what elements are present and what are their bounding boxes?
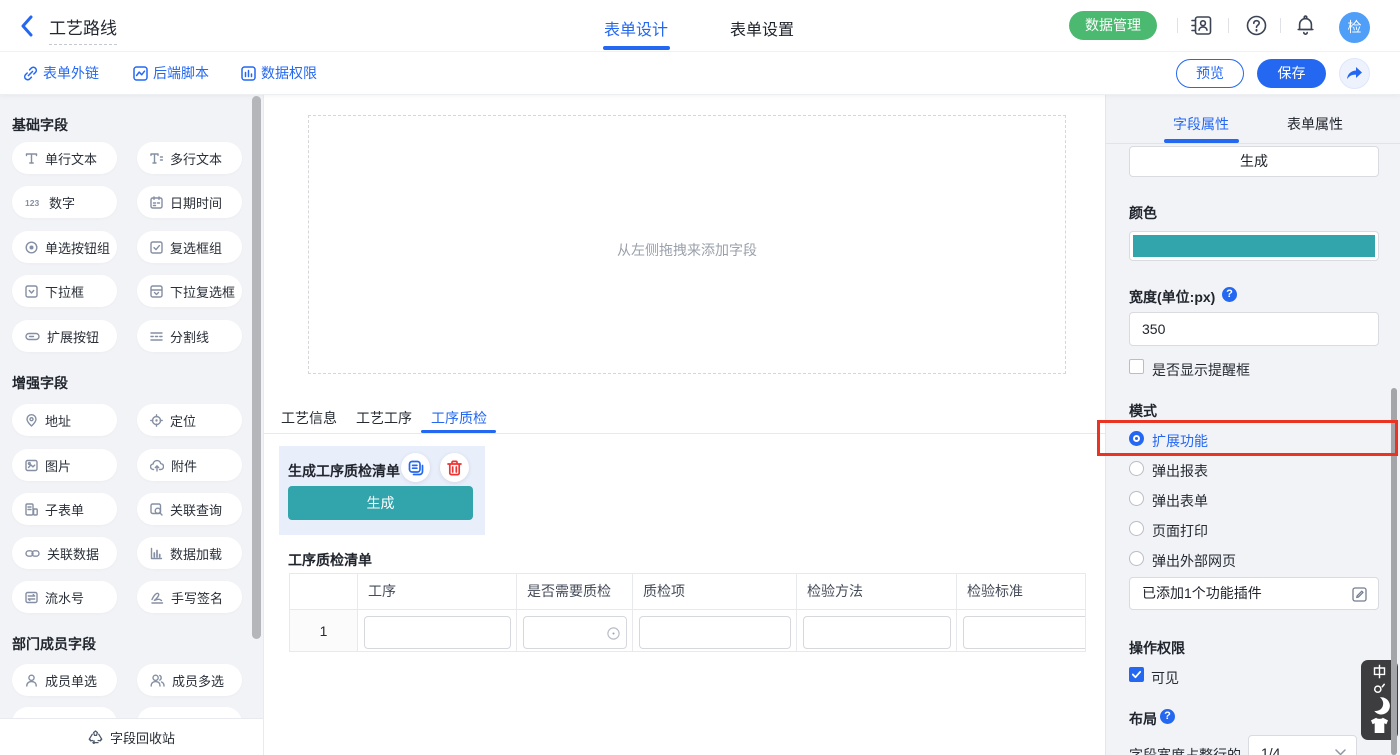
svg-text:123: 123: [25, 198, 39, 208]
